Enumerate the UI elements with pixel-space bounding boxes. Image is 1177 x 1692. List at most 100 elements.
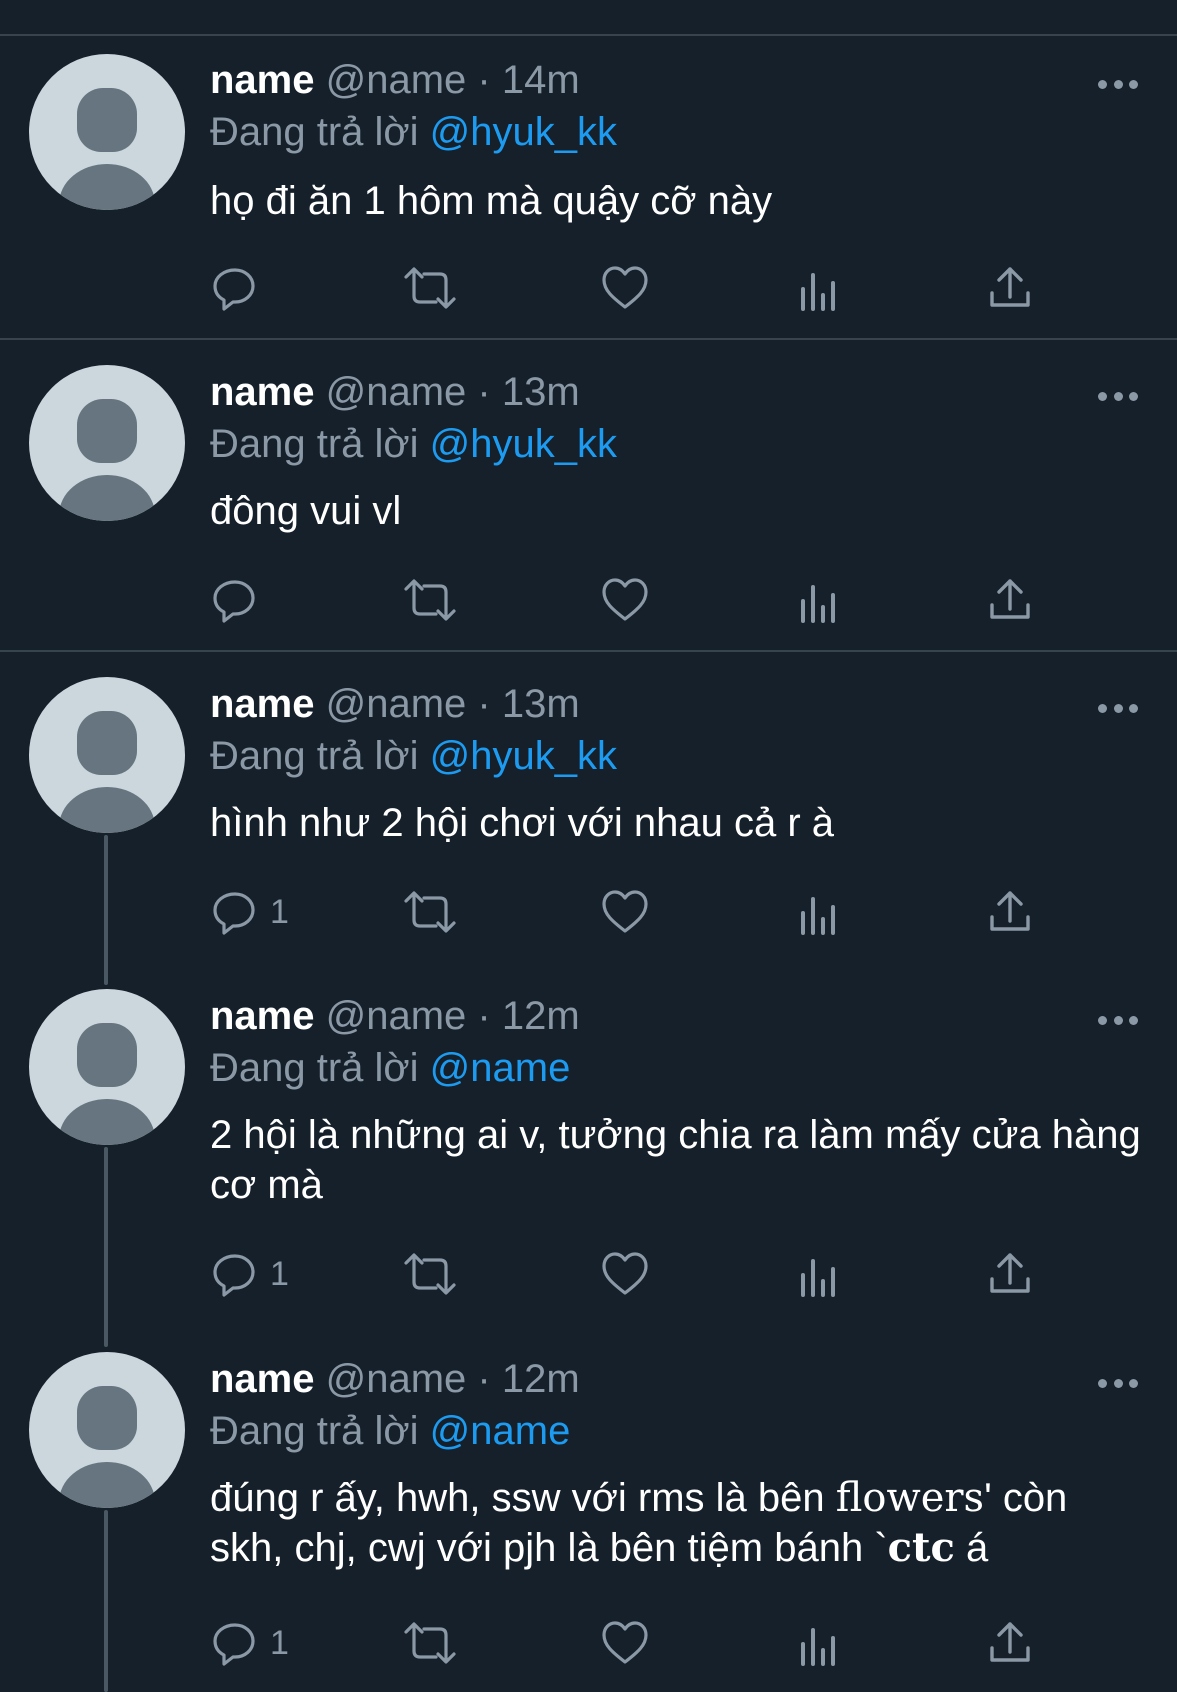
share-button[interactable] bbox=[985, 1246, 1035, 1302]
retweet-button[interactable] bbox=[402, 1615, 458, 1671]
tweet[interactable]: name @name · 12m Đang trả lời @name đúng… bbox=[0, 1327, 1177, 1692]
avatar[interactable] bbox=[29, 989, 185, 1145]
more-icon[interactable] bbox=[1098, 78, 1138, 90]
more-icon[interactable] bbox=[1098, 1014, 1138, 1026]
reply-icon bbox=[213, 580, 255, 623]
share-button[interactable] bbox=[985, 884, 1035, 940]
display-name[interactable]: name bbox=[210, 370, 315, 414]
reply-button[interactable] bbox=[210, 260, 270, 316]
views-icon bbox=[801, 1628, 835, 1666]
share-button[interactable] bbox=[985, 260, 1035, 316]
mention-link[interactable]: @name bbox=[430, 1046, 571, 1090]
like-button[interactable] bbox=[600, 884, 650, 940]
separator: · bbox=[477, 370, 491, 414]
views-button[interactable] bbox=[795, 572, 845, 628]
retweet-icon bbox=[404, 891, 456, 933]
replying-to-label: Đang trả lời bbox=[210, 1046, 419, 1090]
avatar[interactable] bbox=[29, 1352, 185, 1508]
reply-button[interactable]: 1 bbox=[210, 1246, 289, 1302]
replying-to: Đang trả lời @hyuk_kk bbox=[210, 420, 617, 468]
reply-button[interactable] bbox=[210, 572, 270, 628]
tweet-text: họ đi ăn 1 hôm mà quậy cỡ này bbox=[210, 179, 773, 223]
retweet-button[interactable] bbox=[402, 1246, 458, 1302]
user-handle[interactable]: @name bbox=[326, 370, 467, 414]
like-icon bbox=[602, 890, 648, 933]
share-icon bbox=[990, 891, 1030, 931]
tweet[interactable]: name @name · 13m Đang trả lời @hyuk_kk h… bbox=[0, 652, 1177, 962]
retweet-icon bbox=[404, 1253, 456, 1295]
tweet[interactable]: name @name · 13m Đang trả lời @hyuk_kk đ… bbox=[0, 340, 1177, 650]
timestamp[interactable]: 12m bbox=[502, 994, 580, 1038]
like-button[interactable] bbox=[600, 260, 650, 316]
like-icon bbox=[602, 266, 648, 309]
avatar[interactable] bbox=[29, 365, 185, 521]
mention-link[interactable]: @hyuk_kk bbox=[430, 110, 617, 154]
tweet[interactable]: name @name · 12m Đang trả lời @name 2 hộ… bbox=[0, 964, 1177, 1326]
retweet-button[interactable] bbox=[402, 260, 458, 316]
reply-icon bbox=[213, 1254, 255, 1297]
tweet-header: name @name · 12m bbox=[210, 992, 580, 1040]
share-icon bbox=[990, 267, 1030, 307]
retweet-button[interactable] bbox=[402, 572, 458, 628]
user-handle[interactable]: @name bbox=[326, 994, 467, 1038]
tweet-text-stylized: flowers bbox=[835, 1475, 985, 1521]
share-icon bbox=[990, 1253, 1030, 1293]
mention-link[interactable]: @hyuk_kk bbox=[430, 734, 617, 778]
user-handle[interactable]: @name bbox=[326, 58, 467, 102]
display-name[interactable]: name bbox=[210, 58, 315, 102]
timestamp[interactable]: 12m bbox=[502, 1357, 580, 1401]
avatar[interactable] bbox=[29, 54, 185, 210]
share-button[interactable] bbox=[985, 572, 1035, 628]
timestamp[interactable]: 13m bbox=[502, 682, 580, 726]
display-name[interactable]: name bbox=[210, 1357, 315, 1401]
display-name[interactable]: name bbox=[210, 682, 315, 726]
views-button[interactable] bbox=[795, 1246, 845, 1302]
more-icon[interactable] bbox=[1098, 702, 1138, 714]
like-icon bbox=[602, 1252, 648, 1295]
action-bar: 1 bbox=[210, 884, 1050, 940]
action-bar: 1 bbox=[210, 1246, 1050, 1302]
user-handle[interactable]: @name bbox=[326, 682, 467, 726]
tweet[interactable]: name @name · 14m Đang trả lời @hyuk_kk h… bbox=[0, 36, 1177, 338]
replying-to: Đang trả lời @name bbox=[210, 1044, 570, 1092]
tweet-text-part: đúng r ấy, hwh, ssw với rms là bên bbox=[210, 1476, 836, 1520]
retweet-button[interactable] bbox=[402, 884, 458, 940]
replying-to-label: Đang trả lời bbox=[210, 422, 419, 466]
more-icon[interactable] bbox=[1098, 390, 1138, 402]
share-button[interactable] bbox=[985, 1615, 1035, 1671]
views-button[interactable] bbox=[795, 1615, 845, 1671]
separator: · bbox=[477, 994, 491, 1038]
views-button[interactable] bbox=[795, 884, 845, 940]
display-name[interactable]: name bbox=[210, 994, 315, 1038]
mention-link[interactable]: @name bbox=[430, 1409, 571, 1453]
like-button[interactable] bbox=[600, 1246, 650, 1302]
tweet-header: name @name · 14m bbox=[210, 56, 580, 104]
share-icon bbox=[990, 1622, 1030, 1662]
tweet-text: đúng r ấy, hwh, ssw với rms là bên flowe… bbox=[210, 1473, 1145, 1573]
retweet-icon bbox=[404, 579, 456, 621]
reply-button[interactable]: 1 bbox=[210, 884, 289, 940]
separator: · bbox=[477, 58, 491, 102]
reply-icon bbox=[213, 1623, 255, 1666]
timestamp[interactable]: 13m bbox=[502, 370, 580, 414]
avatar[interactable] bbox=[29, 677, 185, 833]
tweet-header: name @name · 13m bbox=[210, 680, 580, 728]
reply-button[interactable]: 1 bbox=[210, 1615, 289, 1671]
reply-count: 1 bbox=[270, 892, 289, 931]
separator: · bbox=[477, 682, 491, 726]
replying-to-label: Đang trả lời bbox=[210, 1409, 419, 1453]
tweet-text: hình như 2 hội chơi với nhau cả r à bbox=[210, 801, 835, 845]
user-handle[interactable]: @name bbox=[326, 1357, 467, 1401]
views-button[interactable] bbox=[795, 260, 845, 316]
tweet-text: 2 hội là những ai v, tưởng chia ra làm m… bbox=[210, 1113, 1141, 1207]
like-button[interactable] bbox=[600, 1615, 650, 1671]
mention-link[interactable]: @hyuk_kk bbox=[430, 422, 617, 466]
timestamp[interactable]: 14m bbox=[502, 58, 580, 102]
top-divider bbox=[0, 0, 1177, 36]
like-button[interactable] bbox=[600, 572, 650, 628]
action-bar bbox=[210, 260, 1050, 316]
tweet-text-part: á bbox=[954, 1526, 989, 1570]
share-icon bbox=[990, 579, 1030, 619]
action-bar bbox=[210, 572, 1050, 628]
more-icon[interactable] bbox=[1098, 1377, 1138, 1389]
